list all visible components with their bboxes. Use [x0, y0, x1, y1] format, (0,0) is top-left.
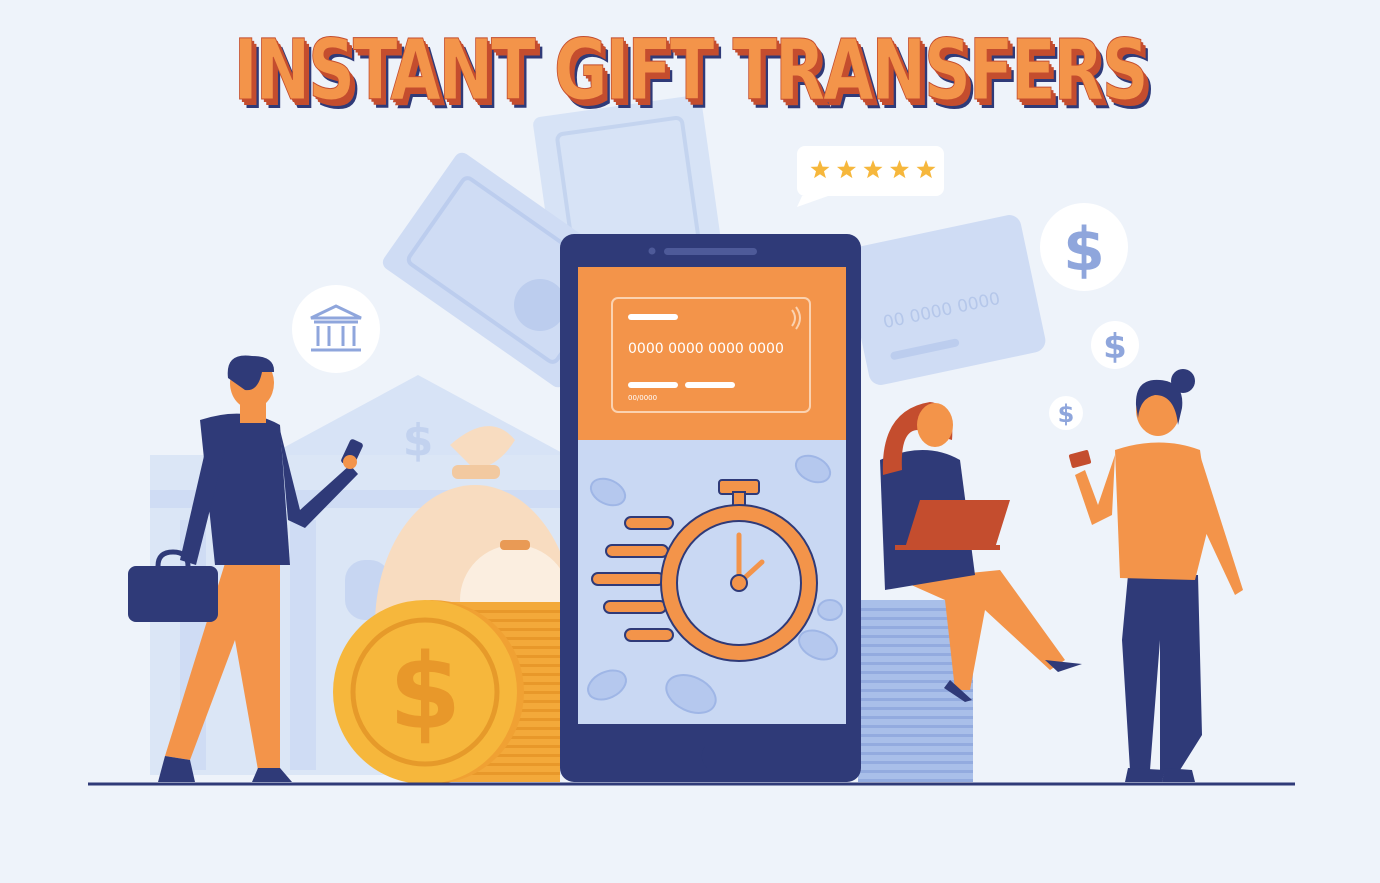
- svg-text:$: $: [1103, 327, 1127, 367]
- coin-ridge: [858, 752, 973, 755]
- coin-ridge: [858, 734, 973, 737]
- coin-ridge: [858, 698, 973, 701]
- bank-column: [290, 520, 316, 770]
- woman-standing: [1068, 369, 1243, 782]
- bank-bubble: [292, 285, 380, 373]
- coin-ridge: [858, 707, 973, 710]
- coin-ridge: [858, 725, 973, 728]
- dollar-bubble-large: $: [1040, 203, 1128, 291]
- card-expiry: 00/0000: [628, 394, 657, 402]
- illustration: $ 00 0000 0000 $ $ $ $ 0000 0000 0000 00…: [88, 95, 1295, 786]
- bank-dollar-sign: $: [403, 415, 434, 466]
- card-number: 0000 0000 0000 0000: [628, 341, 784, 357]
- coin-ridge: [858, 743, 973, 746]
- svg-text:$: $: [1058, 400, 1075, 428]
- headline-title: INSTANT GIFT TRANSFERS: [233, 21, 1149, 119]
- coin-ridge: [858, 779, 973, 782]
- svg-text:$: $: [389, 631, 461, 753]
- svg-text:$: $: [1063, 215, 1105, 285]
- bg-coin-circle: [514, 279, 566, 331]
- rating-bubble: [797, 146, 944, 207]
- big-gold-coin: $: [333, 600, 524, 784]
- coin-ridge: [858, 770, 973, 773]
- payment-card: 0000 0000 0000 0000 00/0000: [611, 297, 811, 413]
- dollar-bubble-medium: $: [1091, 321, 1139, 369]
- dollar-bubble-small: $: [1049, 396, 1083, 430]
- coin-ridge: [858, 761, 973, 764]
- coin-ridge: [858, 716, 973, 719]
